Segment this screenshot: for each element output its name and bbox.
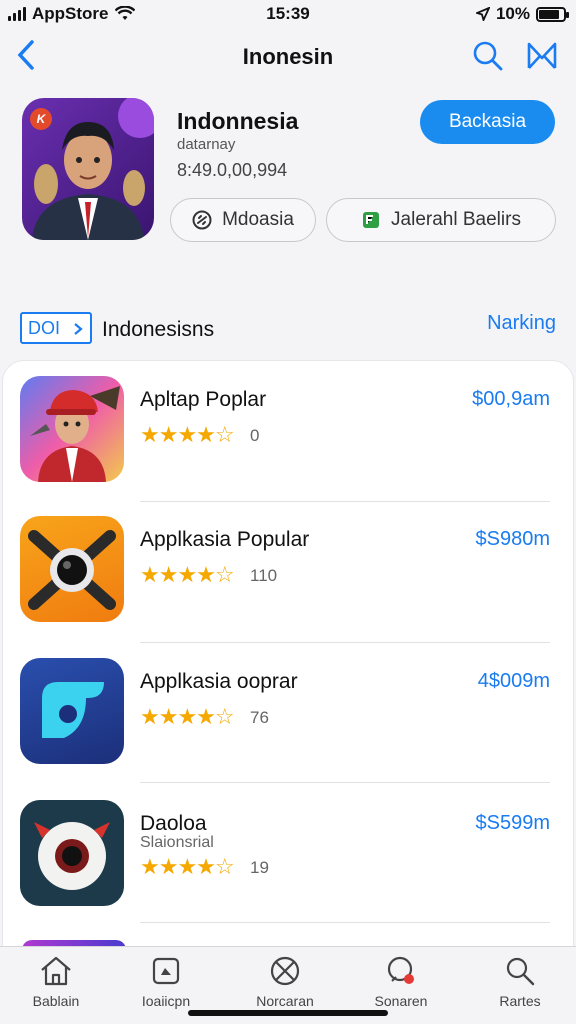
search-icon	[473, 41, 503, 71]
rating-stars: ★★★★☆	[140, 704, 235, 729]
price-button[interactable]: $00,9am	[472, 388, 550, 411]
app-icon	[20, 376, 124, 482]
tab-label: Bablain	[32, 993, 80, 1009]
rating-count: 19	[250, 858, 269, 877]
home-icon	[41, 956, 71, 986]
document-icon	[363, 212, 380, 228]
list-item[interactable]: Applkasia ooprar ★★★★☆ 76 4$009m	[20, 658, 550, 768]
camera-cross-illustration	[28, 530, 116, 610]
price-button[interactable]: 4$009m	[478, 670, 550, 693]
arcade-icon	[387, 956, 414, 984]
link-icon	[192, 210, 212, 230]
rating-stars: ★★★★☆	[140, 422, 235, 447]
search-button[interactable]	[472, 40, 504, 72]
list-item[interactable]: Apltap Poplar ★★★★☆ 0 $00,9am	[20, 376, 550, 486]
list-item[interactable]: Applkasia Popular ★★★★☆ 110 $S980m	[20, 516, 550, 626]
featured-app-count: 8:49.0,00,994	[177, 160, 288, 180]
featured-app-icon[interactable]: K	[22, 98, 154, 240]
app-subtitle: Slaionsrial	[140, 834, 214, 851]
abstract-logo-illustration	[42, 682, 104, 738]
price-button[interactable]: $S599m	[476, 812, 551, 835]
featured-app: K Indonnesia datarnay 8:49.0,00,994 Back…	[22, 98, 558, 248]
rating-count: 76	[250, 708, 269, 727]
tab-label: Rartes	[499, 993, 541, 1009]
section-title: Indonesisns	[102, 318, 215, 341]
chip-label: Jalerahl Baelirs	[391, 209, 521, 230]
featured-action-button[interactable]: Backasia	[420, 100, 555, 144]
tab-label: Ioaiicpn	[141, 993, 191, 1009]
chevron-right-icon	[74, 323, 83, 335]
app-name: Applkasia Popular	[140, 528, 310, 551]
app-name: Applkasia ooprar	[140, 670, 298, 693]
section-tag: DOI	[20, 312, 92, 344]
eye-illustration	[34, 822, 110, 890]
chip-jalerahl[interactable]: Jalerahl Baelirs	[326, 198, 556, 242]
tab-apps[interactable]: Ioaiicpn	[118, 955, 214, 1015]
section-header: DOI Indonesisns Narking	[20, 312, 556, 346]
app-icon	[20, 516, 124, 622]
rating-count: 0	[250, 426, 260, 445]
app-name: Apltap Poplar	[140, 388, 267, 411]
rating-stars: ★★★★☆	[140, 854, 235, 879]
app-icon	[20, 658, 124, 764]
app-badge: K	[30, 108, 52, 130]
tab-search[interactable]: Rartes	[472, 955, 568, 1015]
list-item[interactable]: Daoloa Slaionsrial ★★★★☆ 19 $S599m	[20, 800, 550, 910]
tab-label: Sonaren	[374, 993, 428, 1009]
tab-games[interactable]: Norcaran	[237, 955, 333, 1015]
featured-app-subtitle: datarnay	[177, 136, 236, 153]
home-indicator[interactable]	[188, 1010, 388, 1016]
featured-app-name: Indonnesia	[177, 108, 299, 134]
divider	[140, 782, 550, 783]
chip-mdoasia[interactable]: Mdoasia	[170, 198, 316, 242]
character-illustration	[30, 386, 120, 482]
divider	[140, 922, 550, 923]
chip-label: Mdoasia	[222, 209, 294, 230]
battery-percent: 10%	[495, 4, 530, 23]
divider	[140, 642, 550, 643]
mail-icon	[527, 42, 557, 69]
battery-icon	[536, 6, 569, 22]
tab-arcade[interactable]: Sonaren	[353, 955, 449, 1015]
ranking-link[interactable]: Narking	[487, 312, 556, 335]
app-icon	[20, 800, 124, 906]
tab-home[interactable]: Bablain	[8, 955, 104, 1015]
divider	[140, 501, 550, 502]
status-bar: AppStore 15:39 10%	[0, 0, 576, 28]
tab-label: Norcaran	[256, 993, 314, 1009]
rating-count: 110	[250, 566, 278, 585]
app-name: Daoloa	[140, 812, 207, 835]
rating-stars: ★★★★☆	[140, 562, 235, 587]
location-icon	[475, 7, 490, 21]
games-icon	[270, 956, 300, 986]
apps-icon	[152, 957, 180, 985]
price-button[interactable]: $S980m	[476, 528, 551, 551]
search-icon	[506, 957, 535, 986]
navigation-bar: Inonesin	[0, 34, 576, 78]
mail-button[interactable]	[526, 40, 558, 72]
